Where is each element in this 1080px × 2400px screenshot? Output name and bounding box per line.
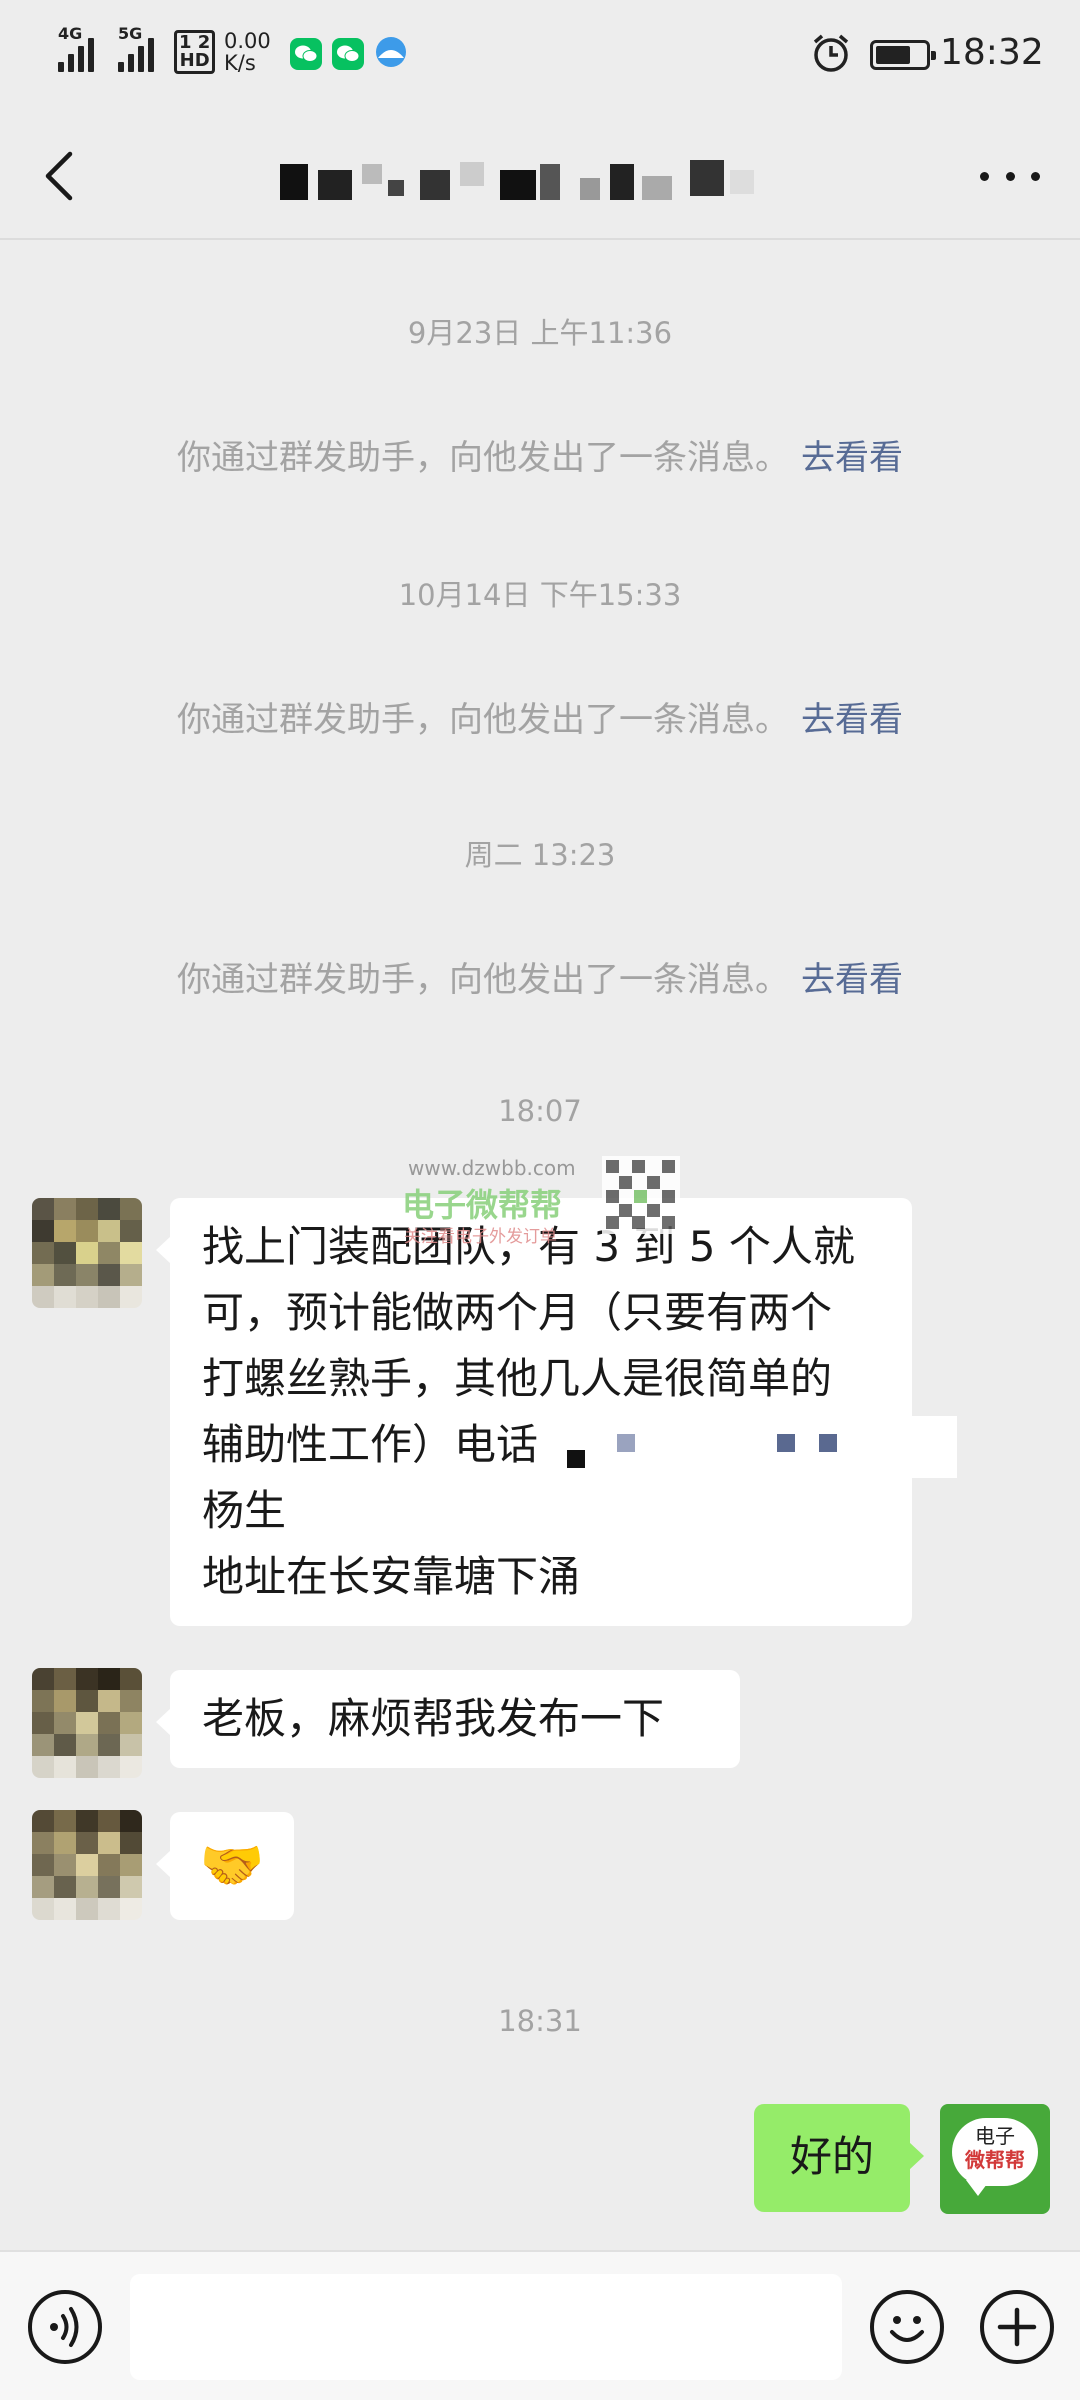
view-link[interactable]: 去看看: [801, 438, 903, 478]
system-message: 你通过群发助手，向他发出了一条消息。 去看看: [0, 692, 1080, 741]
message-line: 杨生: [202, 1486, 287, 1535]
alarm-icon: [810, 32, 852, 78]
watermark-url: www.dzwbb.com: [408, 1156, 576, 1180]
chevron-left-icon: [45, 151, 73, 201]
chat-title: [270, 150, 810, 208]
status-bar: 4G 5G 1 2 HD 0.00 K/s 18:32: [0, 0, 1080, 110]
redacted-phone: [557, 1416, 957, 1478]
emoji-button[interactable]: [870, 2290, 944, 2364]
wechat-icon: [290, 38, 322, 70]
message-line: 可，预计能做两个月（只要有两个: [202, 1288, 833, 1337]
message-line: 找上门装配团队，有 3 到 5 个人就: [202, 1222, 855, 1271]
net-speed-unit: K/s: [224, 51, 256, 75]
title-mosaic: [270, 150, 810, 208]
contact-avatar[interactable]: [32, 1668, 142, 1778]
message-text: 好的: [789, 2132, 874, 2181]
view-link[interactable]: 去看看: [801, 700, 903, 740]
system-message-text: 你通过群发助手，向他发出了一条消息。: [177, 438, 789, 478]
message-bubble[interactable]: 🤝: [156, 1812, 294, 1920]
view-link[interactable]: 去看看: [801, 960, 903, 1000]
my-avatar-text-2: 微帮帮: [965, 2148, 1025, 2172]
wechat-icon: [332, 38, 364, 70]
system-message-text: 你通过群发助手，向他发出了一条消息。: [177, 700, 789, 740]
message-line: 辅助性工作）电话: [202, 1412, 957, 1478]
timestamp: 10月14日 下午15:33: [398, 578, 682, 612]
message-line: 地址在长安靠塘下涌: [202, 1552, 581, 1601]
net-speed-value: 0.00: [224, 29, 271, 53]
message-line: 打螺丝熟手，其他几人是很简单的: [202, 1354, 833, 1403]
my-avatar[interactable]: 电子 微帮帮: [940, 2104, 1050, 2214]
message-line-text: 辅助性工作）电话: [202, 1420, 539, 1469]
timestamp: 周二 13:23: [464, 838, 616, 872]
chat-header: [0, 110, 1080, 240]
more-dots-icon: [980, 171, 989, 181]
my-message-bubble[interactable]: 好的: [754, 2104, 924, 2212]
signal-4g-label: 4G: [58, 24, 83, 43]
emoji-icon: [890, 2316, 924, 2342]
message-input[interactable]: [130, 2274, 842, 2380]
signal-4g-icon: 4G: [58, 24, 102, 72]
contact-avatar[interactable]: [32, 1810, 142, 1920]
status-time: 18:32: [940, 32, 1044, 73]
message-text: 老板，麻烦帮我发布一下: [202, 1694, 665, 1743]
message-bubble[interactable]: 老板，麻烦帮我发布一下: [156, 1670, 740, 1768]
system-message: 你通过群发助手，向他发出了一条消息。 去看看: [0, 952, 1080, 1001]
my-avatar-text-1: 电子: [975, 2124, 1015, 2148]
voice-button[interactable]: [28, 2290, 102, 2364]
plus-button[interactable]: [980, 2290, 1054, 2364]
system-message-text: 你通过群发助手，向他发出了一条消息。: [177, 960, 789, 1000]
timestamp: 9月23日 上午11:36: [407, 316, 673, 350]
message-bubble[interactable]: 找上门装配团队，有 3 到 5 个人就 可，预计能做两个月（只要有两个 打螺丝熟…: [156, 1198, 957, 1626]
back-button[interactable]: [40, 148, 80, 204]
signal-5g-label: 5G: [118, 24, 143, 43]
voice-icon: [50, 2307, 79, 2347]
my-avatar-bubble: 电子 微帮帮: [952, 2118, 1038, 2186]
battery-fill: [876, 46, 910, 64]
timestamp: 18:07: [498, 1094, 582, 1128]
cloud-icon: [372, 36, 408, 68]
hd-bottom-label: HD: [179, 50, 210, 71]
contact-avatar[interactable]: [32, 1198, 142, 1308]
input-bar: [0, 2250, 1080, 2400]
net-speed: 0.00 K/s: [224, 30, 271, 74]
hd-icon: 1 2 HD: [174, 30, 216, 74]
timestamp: 18:31: [498, 2004, 582, 2038]
handshake-emoji: 🤝: [199, 1836, 265, 1896]
battery-icon: [870, 40, 936, 70]
more-button[interactable]: [980, 166, 1040, 186]
plus-icon: [997, 2307, 1037, 2347]
system-message: 你通过群发助手，向他发出了一条消息。 去看看: [0, 430, 1080, 479]
signal-5g-icon: 5G: [118, 24, 162, 72]
